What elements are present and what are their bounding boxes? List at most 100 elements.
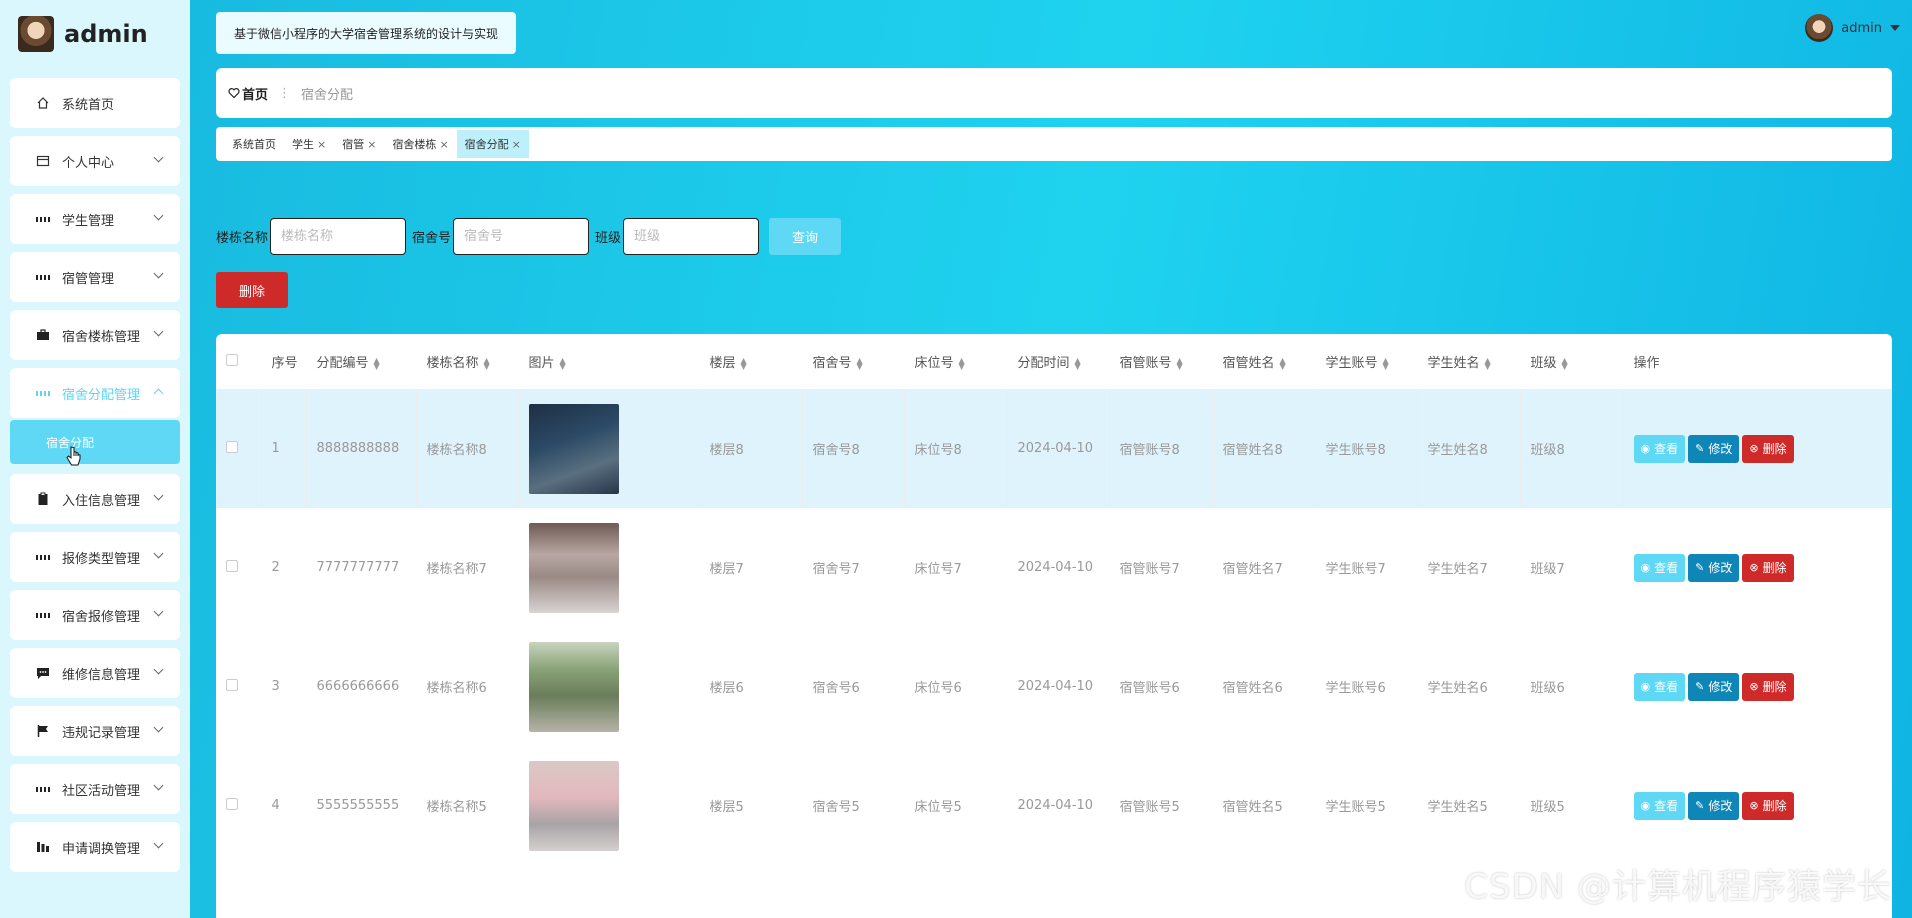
column-header[interactable]: 宿舍号 ▲ ▼ (802, 334, 904, 389)
table-cell: 8888888888 (306, 389, 417, 508)
building-input[interactable] (270, 218, 407, 255)
view-button[interactable]: ◉ 查看 (1633, 791, 1686, 820)
column-header: 操作 (1633, 356, 1660, 371)
tab-students[interactable]: 学生 × (284, 130, 334, 158)
sidebar-item-allocation[interactable]: 宿舍分配管理 (10, 368, 180, 418)
class-input[interactable] (623, 218, 760, 255)
sidebar-item-label: 个人中心 (62, 155, 115, 171)
view-label: 查看 (1654, 799, 1679, 813)
sidebar-subitem-allocation[interactable]: 宿舍分配 (10, 420, 180, 464)
table-cell: 学生姓名8 (1417, 389, 1521, 508)
column-header[interactable]: 学生姓名 ▲ ▼ (1417, 334, 1520, 389)
class-label: 班级 (595, 231, 622, 246)
sidebar-item-buildings[interactable]: 宿舍楼栋管理 (10, 310, 180, 360)
eye-icon: ◉ (1640, 799, 1651, 812)
tab-managers[interactable]: 宿管 × (334, 130, 384, 158)
edit-button[interactable]: ✎ 修改 (1688, 672, 1740, 701)
sort-icon: ▲ ▼ (1561, 355, 1568, 371)
sidebar-item-violations[interactable]: 违规记录管理 (10, 706, 180, 756)
table-cell: 床位号8 (904, 389, 1008, 508)
column-header[interactable]: 楼栋名称 ▲ ▼ (416, 334, 518, 389)
user-menu[interactable]: admin (1805, 14, 1900, 42)
image-cell (518, 389, 700, 508)
breadcrumb-home[interactable]: 首页 (228, 84, 268, 103)
delete-button[interactable]: ⊗ 删除 (1742, 434, 1794, 463)
tab-label: 宿管 (342, 138, 365, 151)
sort-icon: ▲ ▼ (740, 355, 747, 371)
room-input[interactable] (453, 218, 590, 255)
edit-button[interactable]: ✎ 修改 (1688, 434, 1740, 463)
grid-icon (36, 386, 50, 400)
sidebar-item-repair-types[interactable]: 报修类型管理 (10, 532, 180, 582)
column-header[interactable]: 床位号 ▲ ▼ (904, 334, 1007, 389)
briefcase-icon (36, 328, 50, 342)
table-row[interactable]: 2 7777777777 楼栋名称7 楼层7 宿舍号7 床位号7 2024-04-10 宿管账… (216, 508, 1892, 627)
sidebar-item-students[interactable]: 学生管理 (10, 194, 180, 244)
mouse-pointer-icon (66, 446, 81, 466)
dorm-photo[interactable] (528, 641, 619, 732)
column-header-label: 学生账号 (1325, 356, 1378, 371)
tab-allocation[interactable]: 宿舍分配 × (456, 130, 529, 158)
sidebar-item-room-change[interactable]: 申请调换管理 (10, 822, 180, 872)
delete-button[interactable]: ⊗ 删除 (1742, 791, 1794, 820)
view-button[interactable]: ◉ 查看 (1633, 434, 1686, 463)
batch-delete-button[interactable]: 删除 (216, 272, 288, 308)
sidebar-item-checkin[interactable]: 入住信息管理 (10, 474, 180, 524)
dorm-photo[interactable] (528, 522, 619, 613)
table-cell: 楼层8 (699, 389, 803, 508)
view-label: 查看 (1654, 561, 1679, 575)
breadcrumb-separator: ⋮ (278, 85, 292, 101)
dorm-photo[interactable] (528, 760, 619, 851)
edit-button[interactable]: ✎ 修改 (1688, 791, 1740, 820)
table-cell: 楼栋名称6 (426, 681, 487, 696)
close-icon[interactable]: × (439, 138, 448, 151)
table-row[interactable]: 4 5555555555 楼栋名称5 楼层5 宿舍号5 床位号5 2024-04-10 宿管账… (216, 746, 1892, 865)
sidebar-item-managers[interactable]: 宿管管理 (10, 252, 180, 302)
sidebar-item-activities[interactable]: 社区活动管理 (10, 764, 180, 814)
column-header[interactable]: 图片 ▲ ▼ (518, 334, 699, 389)
table-cell: 宿管账号6 (1119, 681, 1180, 696)
sidebar-item-profile[interactable]: 个人中心 (10, 136, 180, 186)
close-icon[interactable]: × (317, 138, 326, 151)
sidebar: admin 系统首页 个人中心 学生管理 宿管管理 宿舍楼栋管理 宿舍分配管理 … (0, 0, 190, 918)
table-row[interactable]: 1 8888888888 楼栋名称8 楼层8 宿舍号8 床位号8 2024-04-10 宿管账… (216, 389, 1892, 508)
column-header[interactable]: 宿管姓名 ▲ ▼ (1212, 334, 1315, 389)
column-header[interactable]: 楼层 ▲ ▼ (699, 334, 802, 389)
edit-button[interactable]: ✎ 修改 (1688, 553, 1740, 582)
dorm-photo[interactable] (528, 403, 619, 494)
table-cell: 床位号7 (914, 562, 962, 577)
column-header[interactable]: 学生账号 ▲ ▼ (1315, 334, 1417, 389)
table-row[interactable]: 3 6666666666 楼栋名称6 楼层6 宿舍号6 床位号6 2024-04-10 宿管账… (216, 627, 1892, 746)
tab-buildings[interactable]: 宿舍楼栋 × (384, 130, 456, 158)
column-header[interactable]: 宿管账号 ▲ ▼ (1109, 334, 1212, 389)
sidebar-item-maintenance[interactable]: 维修信息管理 (10, 648, 180, 698)
delete-button[interactable]: ⊗ 删除 (1742, 553, 1794, 582)
column-header[interactable]: 分配编号 ▲ ▼ (306, 334, 416, 389)
select-all-checkbox[interactable] (226, 353, 238, 366)
row-checkbox[interactable] (226, 559, 238, 572)
tab-label: 学生 (292, 138, 314, 151)
sort-icon: ▲ ▼ (483, 355, 490, 371)
column-header[interactable]: 分配时间 ▲ ▼ (1007, 334, 1109, 389)
row-checkbox[interactable] (226, 678, 238, 691)
pencil-icon: ✎ (1695, 442, 1705, 455)
view-button[interactable]: ◉ 查看 (1633, 553, 1686, 582)
tab-home[interactable]: 系统首页 (224, 130, 284, 158)
query-button[interactable]: 查询 (769, 218, 842, 255)
row-checkbox[interactable] (226, 440, 238, 453)
table-cell: 班级6 (1530, 681, 1565, 696)
row-checkbox[interactable] (226, 797, 238, 810)
close-icon[interactable]: × (512, 138, 521, 151)
building-label: 楼栋名称 (216, 231, 269, 246)
view-button[interactable]: ◉ 查看 (1633, 672, 1686, 701)
pencil-icon: ✎ (1695, 680, 1705, 693)
column-header[interactable]: 班级 ▲ ▼ (1520, 334, 1623, 389)
table-cell: 楼层6 (709, 681, 744, 696)
sidebar-item-repairs[interactable]: 宿舍报修管理 (10, 590, 180, 640)
delete-button[interactable]: ⊗ 删除 (1742, 672, 1794, 701)
close-icon[interactable]: × (367, 138, 376, 151)
sidebar-item-label: 宿舍报修管理 (62, 609, 141, 625)
table-cell: 楼层7 (709, 562, 744, 577)
sidebar-item-home[interactable]: 系统首页 (10, 78, 180, 128)
actions-cell: ◉ 查看 ✎ 修改 ⊗ 删除 (1623, 746, 1892, 865)
